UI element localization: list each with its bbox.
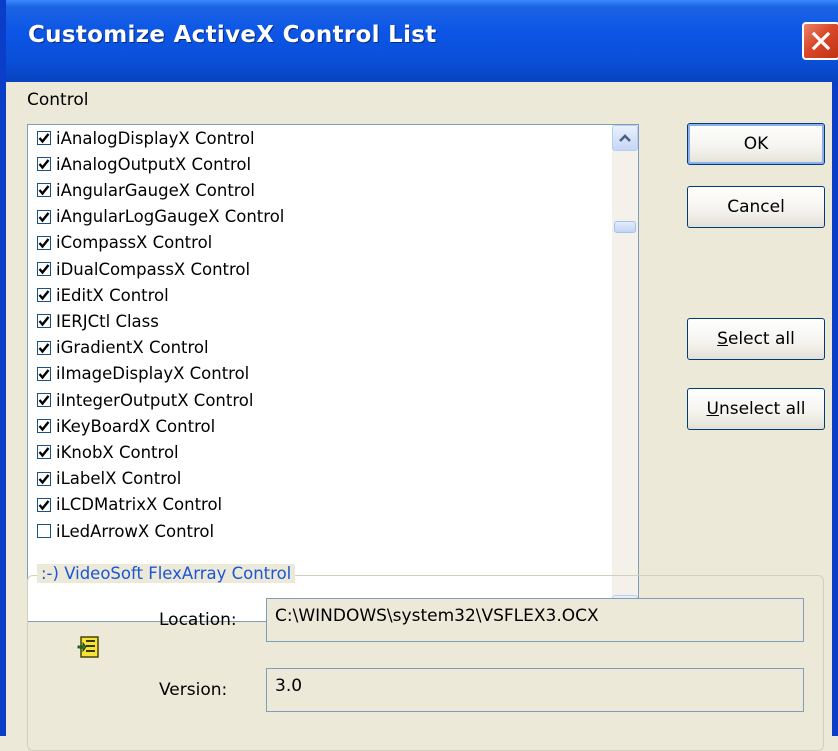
checkmark-icon bbox=[38, 159, 50, 170]
checkmark-icon bbox=[38, 369, 50, 380]
checkmark-icon bbox=[38, 500, 50, 511]
checkbox[interactable] bbox=[37, 524, 51, 538]
checkmark-icon bbox=[38, 473, 50, 484]
list-item-label: iGradientX Control bbox=[56, 338, 209, 358]
checkmark-icon bbox=[38, 264, 50, 275]
checkbox[interactable] bbox=[37, 183, 51, 198]
list-item-label: iDualCompassX Control bbox=[56, 259, 251, 279]
checkmark-icon bbox=[38, 421, 50, 432]
list-item-label: iAngularGaugeX Control bbox=[56, 180, 255, 200]
checkmark-icon bbox=[38, 290, 50, 301]
version-label: Version: bbox=[159, 680, 228, 700]
ok-button[interactable]: OK bbox=[687, 123, 825, 165]
list-item[interactable]: iCompassX Control bbox=[37, 230, 212, 256]
list-item-label: iAnalogOutputX Control bbox=[56, 154, 252, 174]
list-item-label: iLabelX Control bbox=[56, 469, 182, 489]
list-item-label: iLedArrowX Control bbox=[56, 521, 215, 541]
unselect-all-mnemonic: U bbox=[706, 399, 719, 419]
list-item-label: iEditX Control bbox=[56, 285, 169, 305]
window-title: Customize ActiveX Control List bbox=[28, 22, 437, 48]
checkbox[interactable] bbox=[37, 262, 51, 276]
cancel-button[interactable]: Cancel bbox=[687, 186, 825, 228]
location-label: Location: bbox=[159, 610, 237, 630]
list-item-label: IERJCtl Class bbox=[56, 311, 159, 331]
list-item[interactable]: iAnalogOutputX Control bbox=[37, 151, 251, 177]
unselect-all-button[interactable]: Unselect all bbox=[687, 388, 825, 430]
list-item-label: iAngularLogGaugeX Control bbox=[56, 207, 285, 227]
list-item[interactable]: iAnalogDisplayX Control bbox=[37, 125, 255, 151]
list-item[interactable]: iKeyBoardX Control bbox=[37, 413, 215, 439]
checkmark-icon bbox=[38, 133, 50, 144]
checkbox[interactable] bbox=[37, 314, 51, 329]
checkbox[interactable] bbox=[37, 131, 51, 145]
list-item[interactable]: iDualCompassX Control bbox=[37, 256, 250, 282]
close-icon bbox=[811, 31, 831, 51]
unselect-all-label: nselect all bbox=[718, 399, 806, 419]
list-item[interactable]: iLCDMatrixX Control bbox=[37, 492, 222, 518]
checkmark-icon bbox=[38, 447, 50, 458]
checkbox[interactable] bbox=[37, 445, 51, 460]
list-item[interactable]: iIntegerOutputX Control bbox=[37, 387, 253, 413]
checkbox[interactable] bbox=[37, 419, 51, 434]
scroll-thumb[interactable] bbox=[614, 221, 636, 233]
checkmark-icon bbox=[38, 395, 50, 406]
checkbox[interactable] bbox=[37, 209, 51, 224]
checkbox[interactable] bbox=[37, 366, 51, 381]
ocx-file-icon bbox=[77, 636, 99, 658]
list-item-label: iImageDisplayX Control bbox=[56, 364, 250, 384]
checkbox[interactable] bbox=[37, 340, 51, 355]
checkbox[interactable] bbox=[37, 235, 51, 250]
checkmark-icon bbox=[38, 211, 50, 222]
chevron-up-icon bbox=[619, 134, 631, 142]
list-item[interactable]: iImageDisplayX Control bbox=[37, 361, 249, 387]
select-all-button[interactable]: Select all bbox=[687, 318, 825, 360]
checkbox[interactable] bbox=[37, 157, 51, 172]
list-item[interactable]: iAngularLogGaugeX Control bbox=[37, 204, 284, 230]
list-item-label: iIntegerOutputX Control bbox=[56, 390, 254, 410]
checkbox[interactable] bbox=[37, 288, 51, 303]
location-field: C:\WINDOWS\system32\VSFLEX3.OCX bbox=[266, 598, 804, 642]
checkmark-icon bbox=[38, 238, 50, 249]
checkbox[interactable] bbox=[37, 497, 51, 512]
list-item[interactable]: iEditX Control bbox=[37, 282, 169, 308]
checkmark-icon bbox=[38, 342, 50, 353]
list-item[interactable]: iLabelX Control bbox=[37, 466, 181, 492]
dialog-window: Customize ActiveX Control List Control i… bbox=[0, 0, 838, 751]
list-item[interactable]: iGradientX Control bbox=[37, 335, 209, 361]
list-item-label: iKnobX Control bbox=[56, 442, 179, 462]
select-all-mnemonic: S bbox=[717, 329, 728, 349]
list-item-label: iCompassX Control bbox=[56, 233, 213, 253]
vertical-scrollbar[interactable] bbox=[612, 125, 638, 621]
version-field: 3.0 bbox=[266, 668, 804, 712]
control-listbox[interactable]: iAnalogDisplayX Control iAnalogOutputX Co… bbox=[27, 124, 639, 622]
list-item-label: iLCDMatrixX Control bbox=[56, 495, 223, 515]
list-item-label: iAnalogDisplayX Control bbox=[56, 128, 255, 148]
list-item-label: iKeyBoardX Control bbox=[56, 416, 216, 436]
group-title: :-) VideoSoft FlexArray Control bbox=[37, 564, 296, 583]
list-item[interactable]: iAngularGaugeX Control bbox=[37, 177, 255, 203]
list-item[interactable]: iLedArrowX Control bbox=[37, 518, 214, 544]
close-button[interactable] bbox=[802, 22, 838, 60]
title-bar[interactable]: Customize ActiveX Control List bbox=[6, 0, 838, 82]
checkmark-icon bbox=[38, 185, 50, 196]
control-label: Control bbox=[27, 90, 89, 110]
list-item[interactable]: IERJCtl Class bbox=[37, 308, 159, 334]
checkbox[interactable] bbox=[37, 393, 51, 407]
scroll-up-button[interactable] bbox=[612, 125, 638, 151]
select-all-label: elect all bbox=[727, 329, 795, 349]
checkmark-icon bbox=[38, 316, 50, 327]
list-item[interactable]: iKnobX Control bbox=[37, 439, 179, 465]
checkbox[interactable] bbox=[37, 471, 51, 486]
